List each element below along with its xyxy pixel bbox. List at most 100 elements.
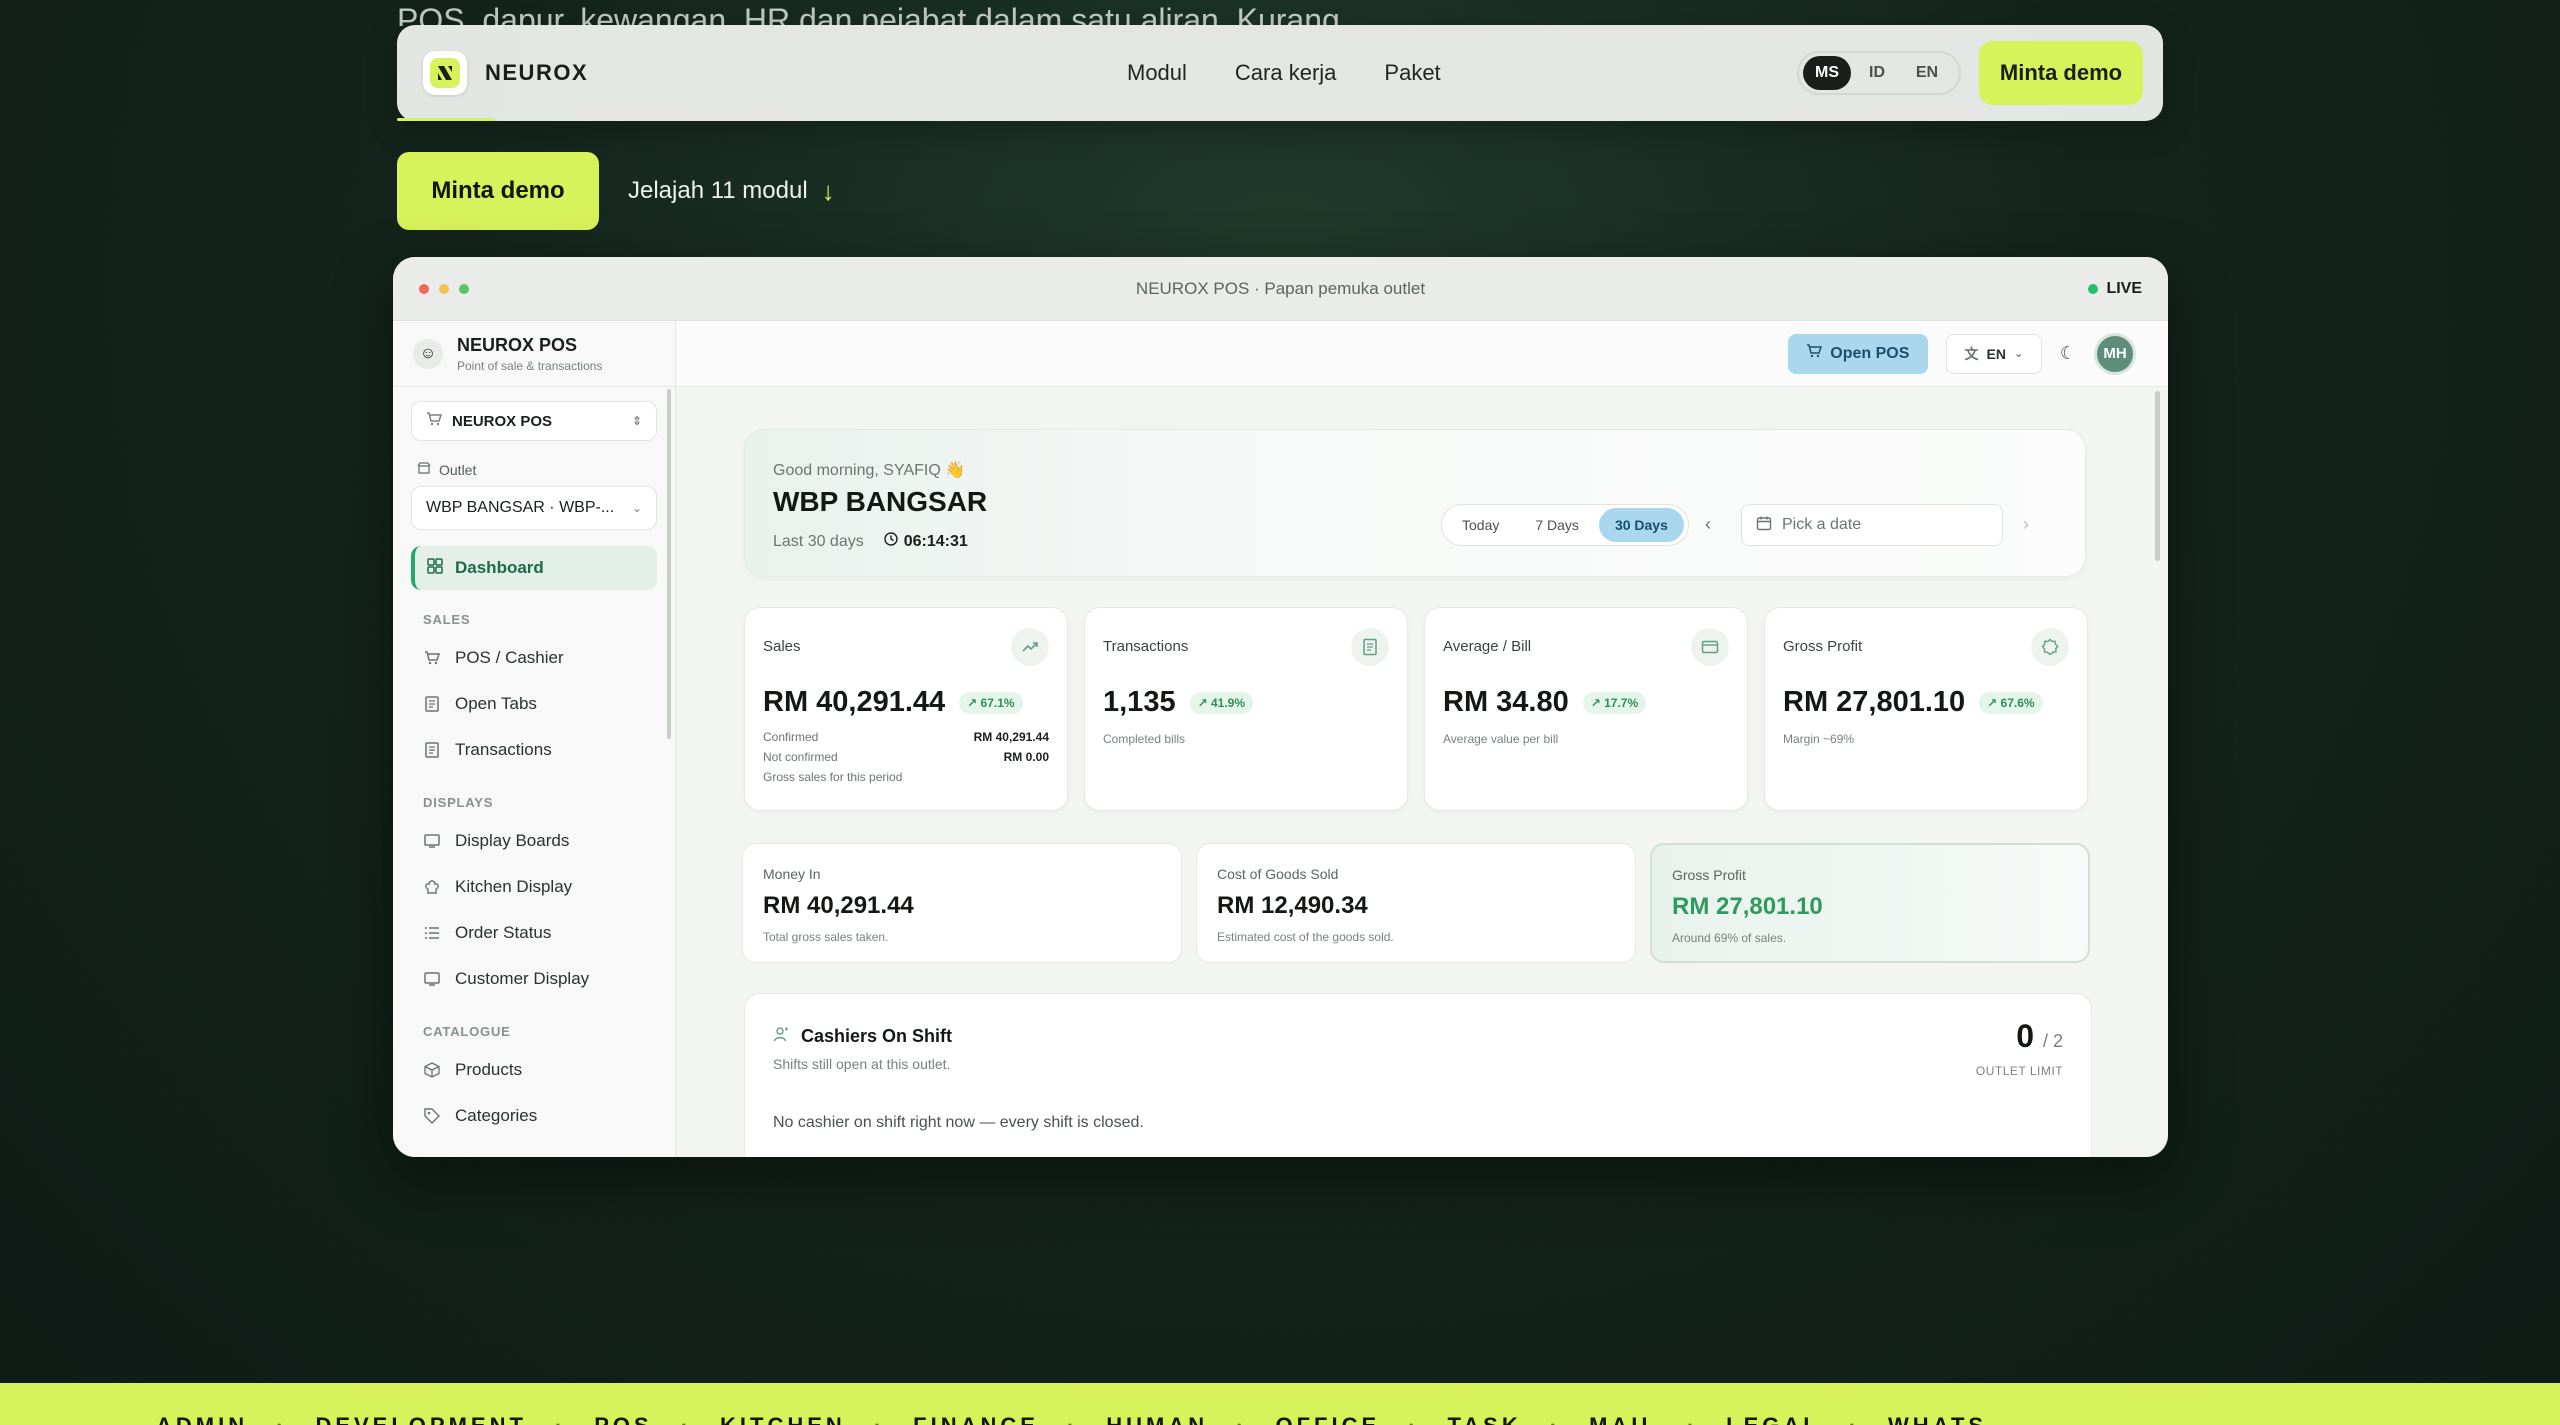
sidebar-header: ☺ NEUROX POS Point of sale & transaction…: [393, 321, 675, 387]
breakdown-value: RM 0.00: [1003, 750, 1049, 764]
marquee-item: HUMAN: [1106, 1413, 1208, 1425]
nav-links: Modul Cara kerja Paket: [1127, 60, 1441, 86]
outlet-select[interactable]: WBP BANGSAR · WBP-... ⌄: [411, 486, 657, 530]
chevron-right-icon[interactable]: ›: [2023, 514, 2029, 535]
sidebar-item-customer-display[interactable]: Customer Display: [393, 956, 675, 1002]
request-demo-button-nav[interactable]: Minta demo: [1979, 41, 2143, 105]
sidebar-section-catalogue: CATALOGUE: [423, 1024, 511, 1039]
lang-ms[interactable]: MS: [1803, 56, 1851, 90]
explore-modules-link[interactable]: Jelajah 11 modul ↓: [628, 152, 835, 230]
summary-label: Money In: [763, 866, 821, 882]
brand-logo[interactable]: [423, 51, 467, 95]
sidebar-item-products[interactable]: Products: [393, 1047, 675, 1093]
cashier-count-value: 0: [2016, 1018, 2035, 1054]
nav-link-modul[interactable]: Modul: [1127, 60, 1187, 86]
separator-icon: ·: [555, 1413, 566, 1425]
app-switcher-label: NEUROX POS: [452, 412, 553, 430]
cart-icon: [1806, 343, 1823, 364]
kpi-value-text: RM 27,801.10: [1783, 686, 1966, 718]
app-switcher[interactable]: NEUROX POS ⇕: [411, 401, 657, 441]
summary-value: RM 27,801.10: [1672, 893, 1823, 920]
brand-name[interactable]: NEUROX: [485, 60, 588, 86]
open-pos-button[interactable]: Open POS: [1787, 333, 1928, 374]
sidebar-item-categories[interactable]: Categories: [393, 1093, 675, 1139]
summary-card-gross-profit: Gross Profit RM 27,801.10 Around 69% of …: [1650, 843, 2090, 963]
sidebar-item-transactions[interactable]: Transactions: [393, 727, 675, 773]
sidebar-scrollbar[interactable]: [667, 389, 671, 739]
kpi-value-text: RM 40,291.44: [763, 686, 946, 718]
summary-subtext: Estimated cost of the goods sold.: [1217, 930, 1394, 944]
breakdown-key: Not confirmed: [763, 750, 838, 764]
marquee-item: POS: [594, 1413, 652, 1425]
box-icon: [423, 1061, 441, 1079]
avatar[interactable]: MH: [2094, 332, 2136, 375]
separator-icon: ·: [1849, 1413, 1860, 1425]
clock-icon: [884, 532, 898, 551]
window-controls: [419, 283, 469, 294]
clock-time: 06:14:31: [903, 532, 968, 550]
kpi-label: Transactions: [1103, 638, 1189, 655]
sidebar-item-label: Products: [455, 1060, 523, 1079]
kpi-change-badge: ↗ 67.1%: [959, 691, 1023, 714]
outlet-label: Outlet: [417, 461, 675, 478]
sidebar-item-open-tabs[interactable]: Open Tabs: [393, 681, 675, 727]
dashboard-main: Open POS 文 EN ⌄ ☾ MH Good morning, SYAFI…: [676, 321, 2168, 1157]
separator-icon: ·: [1550, 1413, 1561, 1425]
summary-subtext: Total gross sales taken.: [763, 930, 889, 944]
cart-icon: [426, 411, 443, 431]
period-label: Last 30 days: [773, 532, 864, 550]
dark-mode-toggle[interactable]: ☾: [2060, 343, 2076, 364]
separator-icon: ·: [276, 1413, 287, 1425]
greeting-text: Good morning, SYAFIQ 👋: [773, 462, 966, 479]
separator-icon: ·: [1408, 1413, 1419, 1425]
date-picker[interactable]: Pick a date: [1741, 504, 2003, 546]
chevron-down-icon: ⌄: [631, 501, 642, 515]
monitor-icon: [423, 832, 441, 850]
range-30-days[interactable]: 30 Days: [1598, 508, 1684, 542]
breakdown-row: Not confirmed RM 0.00: [763, 750, 1049, 764]
summary-label: Cost of Goods Sold: [1217, 866, 1339, 882]
kpi-label: Average / Bill: [1443, 638, 1532, 655]
kpi-value-text: RM 34.80: [1443, 686, 1569, 718]
sidebar-item-kitchen-display[interactable]: Kitchen Display: [393, 864, 675, 910]
date-range-tabs: Today 7 Days 30 Days: [1441, 504, 1689, 546]
list-icon: [423, 924, 441, 942]
sidebar-item-pos-cashier[interactable]: POS / Cashier: [393, 635, 675, 681]
language-dropdown[interactable]: 文 EN ⌄: [1945, 333, 2042, 374]
period-meta: Last 30 days 06:14:31: [773, 532, 968, 551]
range-today[interactable]: Today: [1446, 508, 1515, 542]
nav-link-cara-kerja[interactable]: Cara kerja: [1235, 60, 1336, 86]
cashiers-title: Cashiers On Shift: [773, 1026, 952, 1047]
trend-up-icon: [1011, 628, 1049, 666]
main-scrollbar[interactable]: [2155, 391, 2160, 561]
sidebar-item-order-status[interactable]: Order Status: [393, 910, 675, 956]
clock: 06:14:31: [884, 532, 968, 551]
request-demo-button[interactable]: Minta demo: [397, 152, 599, 230]
breakdown-row: Confirmed RM 40,291.44: [763, 730, 1049, 744]
sidebar-item-label: Open Tabs: [455, 694, 537, 713]
nav-link-paket[interactable]: Paket: [1384, 60, 1440, 86]
lang-id[interactable]: ID: [1853, 56, 1901, 90]
marquee-item: WHATS: [1888, 1413, 1987, 1425]
chevron-left-icon[interactable]: ‹: [1705, 514, 1711, 535]
live-dot-icon: [2088, 283, 2099, 294]
chevron-down-icon: ⌄: [2013, 348, 2024, 360]
grid-icon: [427, 557, 443, 579]
sidebar-item-dashboard[interactable]: Dashboard: [411, 546, 657, 590]
sidebar-item-display-boards[interactable]: Display Boards: [393, 818, 675, 864]
dashboard-topbar: Open POS 文 EN ⌄ ☾ MH: [676, 321, 2168, 387]
cart-icon: [423, 649, 441, 667]
pos-logo-icon: ☺: [413, 338, 443, 369]
chevron-updown-icon: ⇕: [631, 414, 642, 428]
explore-modules-label: Jelajah 11 modul: [628, 177, 808, 204]
sidebar: ☺ NEUROX POS Point of sale & transaction…: [393, 321, 676, 1157]
summary-value: RM 12,490.34: [1217, 892, 1368, 919]
top-navigation: NEUROX Modul Cara kerja Paket MS ID EN M…: [397, 25, 2163, 121]
receipt-icon: [423, 695, 441, 713]
sidebar-item-label: Customer Display: [455, 969, 590, 988]
lang-en[interactable]: EN: [1903, 56, 1951, 90]
marquee-item: TASK: [1447, 1413, 1521, 1425]
maximize-dot-icon: [459, 283, 469, 294]
window-titlebar: NEUROX POS · Papan pemuka outlet LIVE: [393, 257, 2168, 321]
range-7-days[interactable]: 7 Days: [1519, 508, 1595, 542]
